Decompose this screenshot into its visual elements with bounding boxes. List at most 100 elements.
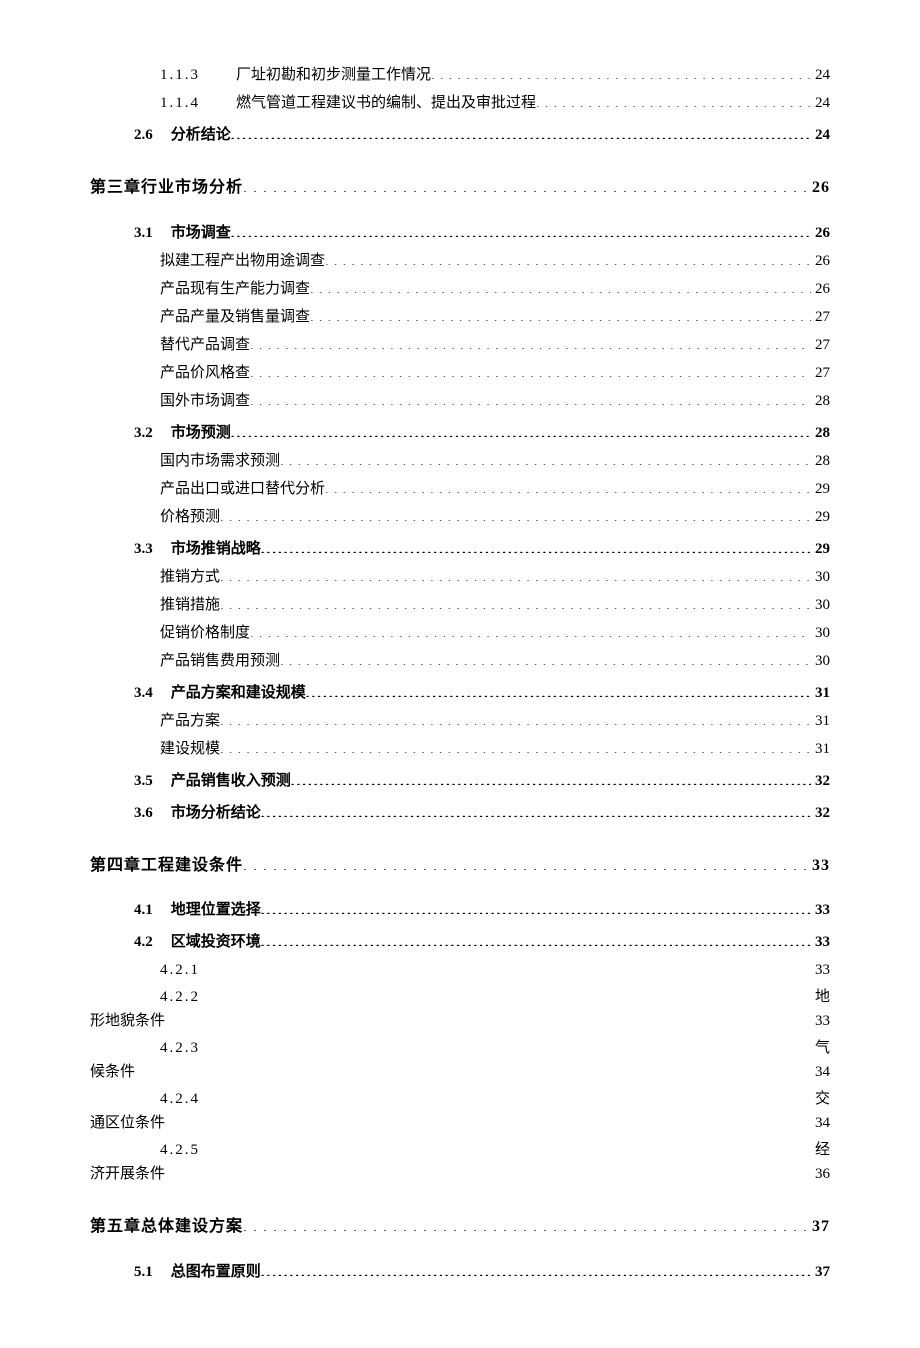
toc-page-number: 26 <box>811 277 830 301</box>
toc-entry: 3.6 市场分析结论 32 <box>134 801 830 825</box>
toc-leader <box>310 306 811 321</box>
toc-leader <box>231 222 811 237</box>
toc-wrap-rest: 通区位条件 <box>90 1111 165 1135</box>
toc-entry: 1.1.4燃气管道工程建议书的编制、提出及审批过程24 <box>160 91 830 115</box>
toc-leader <box>325 250 811 265</box>
toc-page-number: 31 <box>811 709 830 733</box>
toc-entry: 5.1总图布置原则37 <box>134 1260 830 1284</box>
toc-entry-label: 市场推销战略 <box>171 537 261 561</box>
toc-page-number: 27 <box>811 305 830 329</box>
toc-entry-number: 4.2 <box>134 930 153 954</box>
toc-entry-label: 推销方式 <box>160 565 220 589</box>
toc-entry: 产品方案 31 <box>160 709 830 733</box>
toc-leader <box>243 176 808 192</box>
toc-leader <box>250 390 811 405</box>
toc-entry: 4.2区域投资环境33 <box>134 930 830 954</box>
toc-entry-number: 3.5 <box>134 769 153 793</box>
toc-leader <box>250 334 811 349</box>
toc-leader <box>220 566 811 581</box>
toc-page-number: 30 <box>811 565 830 589</box>
toc-entry-label: 产品出口或进口替代分析 <box>160 477 325 501</box>
toc-entry-number: 4.2.2 <box>160 985 200 1009</box>
toc-entry-wrapped: 4.2.3气候条件34 <box>160 1036 830 1084</box>
toc-leader <box>220 738 811 753</box>
toc-leader <box>280 450 811 465</box>
toc-entry: 推销方式 30 <box>160 565 830 589</box>
toc-entry: 推销措施30 <box>160 593 830 617</box>
toc-leader <box>243 1215 808 1231</box>
toc-entry-label: 第五章总体建设方案 <box>90 1214 243 1240</box>
toc-entry-number: 1.1.3 <box>160 63 200 87</box>
toc-entry-number: 3.6 <box>134 801 153 825</box>
toc-wrap-first-char: 气 <box>815 1036 830 1060</box>
toc-entry-label: 建设规模 <box>160 737 220 761</box>
toc-entry-label: 产品销售收入预测 <box>171 769 291 793</box>
toc-entry: 2.6分析结论24 <box>134 123 830 147</box>
toc-entry-label: 拟建工程产出物用途调查 <box>160 249 325 273</box>
toc-page-number: 26 <box>808 175 830 201</box>
toc-entry-label: 替代产品调查 <box>160 333 250 357</box>
toc-page-number: 28 <box>811 449 830 473</box>
toc-entry: 3.2 市场预测 28 <box>134 421 830 445</box>
toc-entry-number: 4.1 <box>134 898 153 922</box>
toc-page-number: 32 <box>811 769 830 793</box>
toc-entry: 促销价格制度 30 <box>160 621 830 645</box>
toc-page-number: 33 <box>811 930 830 954</box>
toc-leader <box>261 1261 811 1276</box>
toc-leader <box>261 802 811 817</box>
toc-leader <box>431 64 811 79</box>
toc-entry-label: 促销价格制度 <box>160 621 250 645</box>
toc-entry-label: 国外市场调查 <box>160 389 250 413</box>
toc-page-number: 33 <box>808 853 830 879</box>
toc-page-number: 34 <box>815 1060 830 1084</box>
toc-entry-label: 第三章行业市场分析 <box>90 175 243 201</box>
toc-entry-number: 3.2 <box>134 421 153 445</box>
toc-entry-label: 产品价风格查 <box>160 361 250 385</box>
toc-entry-label: 价格预测 <box>160 505 220 529</box>
toc-leader <box>250 622 811 637</box>
toc-leader <box>261 899 811 914</box>
toc-container: 1.1.3厂址初勘和初步测量工作情况241.1.4燃气管道工程建议书的编制、提出… <box>90 63 830 1284</box>
toc-entry: 3.4产品方案和建设规模31 <box>134 681 830 705</box>
toc-page-number: 28 <box>811 421 830 445</box>
toc-entry-label: 市场分析结论 <box>171 801 261 825</box>
toc-page-number: 30 <box>811 621 830 645</box>
toc-entry: 1.1.3厂址初勘和初步测量工作情况24 <box>160 63 830 87</box>
toc-entry-number: 4.2.4 <box>160 1087 200 1111</box>
toc-leader <box>243 854 808 870</box>
toc-page-number: 27 <box>811 333 830 357</box>
toc-page-number: 34 <box>815 1111 830 1135</box>
toc-page-number: 30 <box>811 649 830 673</box>
toc-page-number: 27 <box>811 361 830 385</box>
toc-entry-label: 厂址初勘和初步测量工作情况 <box>236 63 431 87</box>
toc-page-number: 33 <box>811 898 830 922</box>
toc-page-number: 28 <box>811 389 830 413</box>
toc-entry-number: 4.2.1 <box>160 958 200 982</box>
toc-entry: 产品价风格查 27 <box>160 361 830 385</box>
toc-entry: 产品现有生产能力调查 26 <box>160 277 830 301</box>
toc-entry: 3.3市场推销战略29 <box>134 537 830 561</box>
toc-wrap-first-char: 地 <box>815 985 830 1009</box>
toc-page-number: 24 <box>811 123 830 147</box>
toc-entry-number: 3.1 <box>134 221 153 245</box>
toc-page-number: 32 <box>811 801 830 825</box>
toc-entry-number: 5.1 <box>134 1260 153 1284</box>
toc-leader <box>325 478 811 493</box>
toc-wrap-rest: 候条件 <box>90 1060 135 1084</box>
toc-entry-label: 产品现有生产能力调查 <box>160 277 310 301</box>
toc-page-number: 31 <box>811 681 830 705</box>
toc-chapter-heading: 第五章总体建设方案37 <box>90 1214 830 1240</box>
toc-entry-label: 市场预测 <box>171 421 231 445</box>
toc-entry-label: 国内市场需求预测 <box>160 449 280 473</box>
toc-chapter-heading: 第三章行业市场分析 26 <box>90 175 830 201</box>
toc-entry-label: 总图布置原则 <box>171 1260 261 1284</box>
toc-page-number: 24 <box>811 91 830 115</box>
toc-entry-label: 产品方案 <box>160 709 220 733</box>
toc-entry-label: 分析结论 <box>171 123 231 147</box>
toc-leader <box>291 770 811 785</box>
toc-leader <box>220 506 811 521</box>
toc-entry: 国外市场调查 28 <box>160 389 830 413</box>
toc-page-number: 36 <box>815 1162 830 1186</box>
toc-leader <box>220 594 811 609</box>
toc-entry-label: 产品方案和建设规模 <box>171 681 306 705</box>
